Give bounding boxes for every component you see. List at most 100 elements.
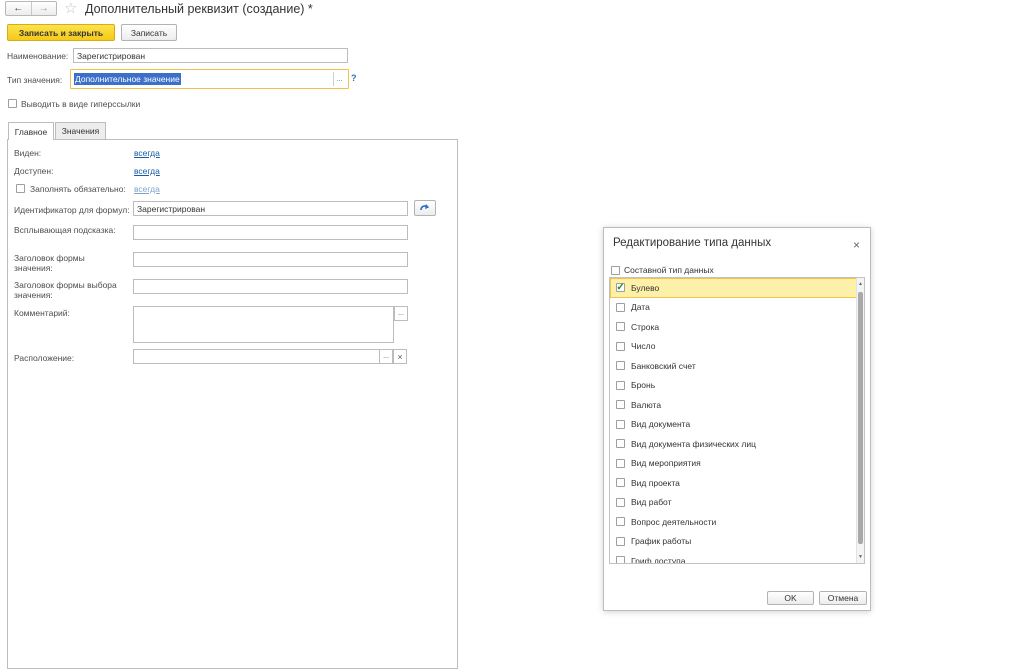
location-label: Расположение: [14, 353, 75, 363]
save-and-close-button[interactable]: Записать и закрыть [7, 24, 115, 41]
type-checkbox-checked[interactable]: ✓ [616, 281, 625, 293]
type-list-item-label: Бронь [631, 380, 656, 391]
value-form-title-label: Заголовок формы значения: [14, 253, 85, 273]
hyperlink-checkbox[interactable] [8, 99, 17, 108]
type-checkbox[interactable] [616, 478, 625, 488]
visible-link[interactable]: всегда [134, 148, 160, 158]
location-input[interactable] [133, 349, 380, 364]
type-list-item[interactable]: Дата [610, 298, 864, 318]
value-type-select-button[interactable]: ... [333, 72, 345, 86]
choice-form-title-label: Заголовок формы выбора значения: [14, 280, 117, 300]
value-type-label: Тип значения: [7, 75, 63, 85]
tab-values[interactable]: Значения [55, 122, 106, 139]
type-list-item-label: Булево [631, 282, 660, 293]
type-list-item[interactable]: Строка [610, 317, 864, 337]
generate-id-button[interactable] [414, 200, 436, 216]
tab-main[interactable]: Главное [8, 122, 54, 140]
type-checkbox[interactable] [616, 322, 625, 332]
ok-button[interactable]: OK [767, 591, 814, 605]
type-checkbox[interactable] [616, 517, 625, 527]
required-label: Заполнять обязательно: [30, 184, 126, 194]
type-list-item-label: Вид мероприятия [631, 458, 701, 469]
required-checkbox[interactable] [16, 184, 25, 193]
forward-arrow-icon[interactable]: → [30, 2, 57, 15]
composite-type-label: Составной тип данных [624, 265, 714, 275]
required-link[interactable]: всегда [134, 184, 160, 194]
type-list-item[interactable]: Вид проекта [610, 473, 864, 493]
refresh-arrow-icon [420, 204, 429, 211]
type-checkbox[interactable] [616, 380, 625, 390]
location-clear-button[interactable]: × [393, 349, 407, 364]
type-checkbox[interactable] [616, 400, 625, 410]
type-list-item[interactable]: Бронь [610, 376, 864, 396]
cancel-button[interactable]: Отмена [819, 591, 867, 605]
main-tab-panel [7, 139, 458, 669]
type-checkbox[interactable] [616, 302, 625, 312]
favorite-star-icon[interactable]: ☆ [64, 0, 77, 17]
type-checkbox[interactable] [616, 361, 625, 371]
type-list-item[interactable]: Число [610, 337, 864, 357]
type-list-item-label: Банковский счет [631, 360, 696, 371]
type-list-item-label: Гриф доступа [631, 555, 686, 564]
list-scrollbar[interactable]: ▲ ▼ [856, 278, 864, 563]
type-list-item[interactable]: Валюта [610, 395, 864, 415]
composite-type-checkbox[interactable] [611, 266, 620, 275]
back-arrow-icon[interactable]: ← [6, 2, 31, 15]
dialog-title: Редактирование типа данных [613, 237, 772, 249]
formula-id-label: Идентификатор для формул: [14, 205, 130, 215]
comment-select-button[interactable]: ... [394, 306, 408, 321]
type-list-item-label: Вид документа [631, 419, 691, 430]
type-checkbox[interactable] [616, 419, 625, 429]
location-select-button[interactable]: ... [379, 349, 393, 364]
type-list-item[interactable]: Вид документа [610, 415, 864, 435]
save-button[interactable]: Записать [121, 24, 177, 41]
type-list-item[interactable]: Вид документа физических лиц [610, 434, 864, 454]
type-list-item-label: Вид работ [631, 497, 672, 508]
comment-label: Комментарий: [14, 308, 70, 318]
scroll-down-icon[interactable]: ▼ [857, 554, 864, 560]
help-icon[interactable]: ? [351, 73, 357, 83]
edit-data-type-dialog: Редактирование типа данных × Составной т… [603, 227, 871, 611]
value-type-text[interactable]: Дополнительное значение [74, 73, 181, 85]
type-list-item[interactable]: Вопрос деятельности [610, 512, 864, 532]
scrollbar-thumb[interactable] [858, 292, 863, 544]
type-checkbox[interactable] [616, 439, 625, 449]
type-list-item-label: График работы [631, 536, 692, 547]
visible-label: Виден: [14, 148, 42, 158]
scroll-up-icon[interactable]: ▲ [857, 281, 864, 287]
formula-id-input[interactable]: Зарегистрирован [133, 201, 408, 216]
tooltip-input[interactable] [133, 225, 408, 240]
type-list-item-label: Валюта [631, 399, 662, 410]
checkmark-icon: ✓ [616, 281, 625, 293]
type-checkbox[interactable] [616, 341, 625, 351]
type-list-item[interactable]: Вид мероприятия [610, 454, 864, 474]
type-list-rows: ✓ Булево Дата Строка Число Банковский счет Бро… [610, 278, 864, 564]
comment-textarea[interactable] [133, 306, 394, 343]
type-list-item-label: Вид проекта [631, 477, 680, 488]
type-checkbox[interactable] [616, 458, 625, 468]
type-list-item[interactable]: Банковский счет [610, 356, 864, 376]
type-checkbox[interactable] [616, 556, 625, 563]
close-icon[interactable]: × [853, 238, 860, 252]
type-list-item[interactable]: Гриф доступа [610, 551, 864, 564]
tooltip-label: Всплывающая подсказка: [14, 225, 116, 235]
type-checkbox[interactable] [616, 536, 625, 546]
type-list-item-label: Строка [631, 321, 660, 332]
choice-form-title-input[interactable] [133, 279, 408, 294]
type-list-item-label: Вопрос деятельности [631, 516, 717, 527]
type-list-item-label: Дата [631, 302, 650, 313]
type-list-item[interactable]: Вид работ [610, 493, 864, 513]
available-label: Доступен: [14, 166, 54, 176]
value-type-field[interactable]: Дополнительное значение ... [70, 69, 349, 89]
type-list-item[interactable]: График работы [610, 532, 864, 552]
type-checkbox[interactable] [616, 497, 625, 507]
name-input[interactable]: Зарегистрирован [73, 48, 348, 63]
type-list: ✓ Булево Дата Строка Число Банковский счет Бро… [609, 277, 865, 564]
type-list-item-label: Вид документа физических лиц [631, 438, 756, 449]
navigation-buttons: ← → [5, 1, 57, 16]
name-label: Наименование: [7, 51, 69, 61]
type-list-item[interactable]: ✓ Булево [610, 278, 864, 298]
available-link[interactable]: всегда [134, 166, 160, 176]
type-list-item-label: Число [631, 341, 656, 352]
value-form-title-input[interactable] [133, 252, 408, 267]
